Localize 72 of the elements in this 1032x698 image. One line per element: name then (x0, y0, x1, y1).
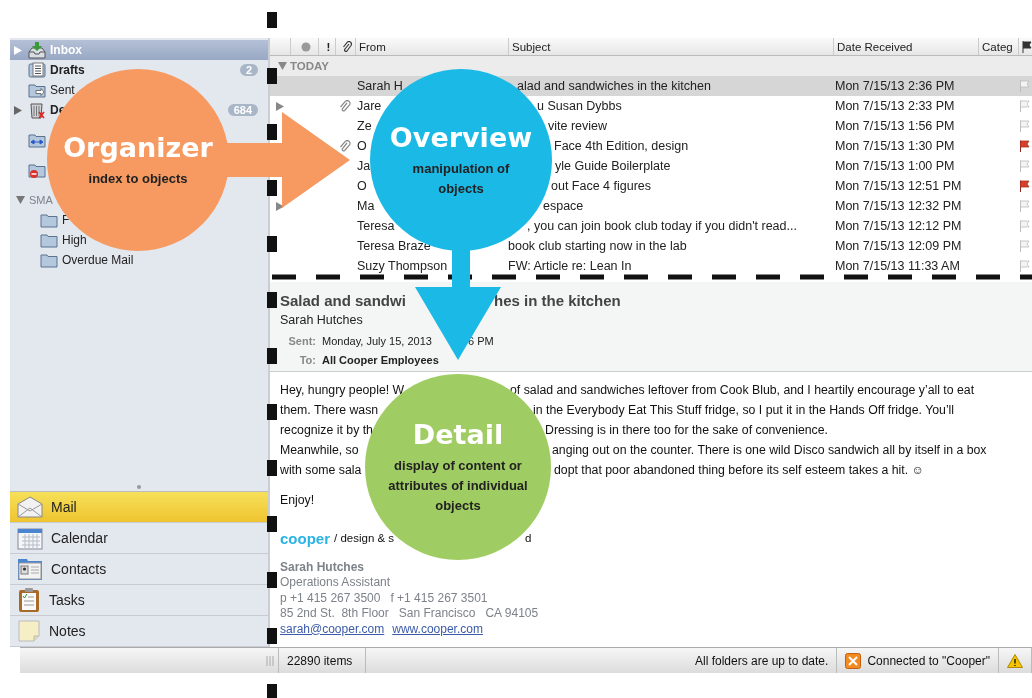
signature-title: Operations Assistant (280, 575, 391, 590)
subject-cell: yle Guide Boilerplate (555, 159, 671, 173)
folder-label: Inbox (50, 43, 82, 57)
message-subject: Salad and sandwi (280, 291, 406, 309)
unread-count: 684 (227, 104, 258, 116)
body-text: Dressing is in there too for the sake of convenience. (545, 423, 828, 437)
field-label: Sent: (287, 334, 316, 347)
callout-title: Organizer (63, 131, 213, 163)
date-cell: Mon 7/15/13 1:00 PM (835, 159, 955, 173)
sender-cell: O (357, 139, 367, 153)
body-text: Hey, hungry people! W (280, 383, 405, 397)
callout-title: Detail (412, 418, 504, 450)
date-cell: Mon 7/15/13 2:33 PM (835, 99, 955, 113)
group-label: TODAY (290, 60, 329, 72)
sender-cell: Ze (357, 119, 372, 133)
unread-count: 2 (239, 64, 258, 76)
message-subject: hes in the kitchen (494, 291, 621, 309)
body-text: anging out on the counter. There is one wild Disco sandwich all by itself in a box (552, 443, 987, 457)
section-label: SMA (29, 194, 53, 206)
sender-cell: Teresa Braze (357, 239, 431, 253)
folder-label: Drafts (50, 63, 85, 77)
signature-address: 85 2nd St. 8th Floor San Francisco CA 94105 (280, 606, 539, 621)
tagline: d (525, 532, 532, 544)
body-text: recognize it by th (280, 423, 373, 437)
date-cell: Mon 7/15/13 12:51 PM (835, 179, 962, 193)
sender-cell: Ja (357, 159, 371, 173)
body-text: dopt that poor abandoned thing before its self esteem takes a hit. ☺ (554, 463, 925, 477)
connection-status: Connected to "Cooper" (867, 653, 990, 668)
subject-cell: , you can join book club today if you didn't read... (527, 219, 797, 233)
subject-cell: u Susan Dybbs (537, 99, 622, 113)
recipient-name: All Cooper Employees (322, 353, 439, 366)
subject-cell: Face 4th Edition, design (554, 139, 689, 153)
sender-cell: Jare (357, 99, 382, 113)
body-text: Meanwhile, so (280, 443, 359, 457)
sender-cell: Ma (357, 199, 375, 213)
sender-cell: Teresa (357, 219, 395, 233)
signature-phone: p +1 415 267 3500 f +1 415 267 3501 (280, 590, 488, 605)
date-cell: Mon 7/15/13 12:32 PM (835, 199, 962, 213)
sent-date: Monday, July 15, 2013 (322, 334, 433, 347)
callout-subtitle: display of content or attributes of individual objects (387, 456, 529, 515)
subject-cell: vite review (548, 119, 608, 133)
date-cell: Mon 7/15/13 11:33 AM (835, 259, 960, 273)
sync-status: All folders are up to date. (694, 653, 829, 668)
sender-cell: O (357, 179, 367, 193)
subject-cell: book club starting now in the lab (508, 239, 687, 253)
sender-cell: Suzy Thompson (357, 259, 448, 273)
body-text: in the Everybody Eat This Stuff fridge, so I put it in the Hands Off fridge. You’ll (533, 403, 955, 417)
date-cell: Mon 7/15/13 1:56 PM (835, 119, 955, 133)
subject-cell: alad and sandwiches in the kitchen (517, 79, 711, 93)
body-text: them. There wasn (280, 403, 379, 417)
body-text: Enjoy! (280, 493, 315, 507)
folder-label: High (62, 233, 87, 247)
callout-title: Overview (389, 121, 533, 153)
date-cell: Mon 7/15/13 12:12 PM (835, 219, 962, 233)
callout-subtitle: manipulation of objects (411, 159, 511, 198)
company-logo: cooper (280, 529, 330, 547)
tagline: / design & s (334, 532, 395, 544)
date-cell: Mon 7/15/13 1:30 PM (835, 139, 955, 153)
subject-cell: espace (543, 199, 584, 213)
date-cell: Mon 7/15/13 12:09 PM (835, 239, 962, 253)
field-label: To: (298, 353, 316, 366)
subject-cell: out Face 4 figures (551, 179, 652, 193)
signature-name: Sarah Hutches (280, 560, 365, 574)
folder-label: Sent (50, 83, 75, 97)
folder-label: Overdue Mail (62, 253, 134, 267)
item-count: 22890 items (287, 653, 353, 668)
sender-cell: Sarah H (357, 79, 403, 93)
callout-subtitle: index to objects (87, 169, 189, 188)
subject-cell: FW: Article re: Lean In (508, 259, 632, 273)
body-text: with some sala (280, 463, 362, 477)
sender-name: Sarah Hutches (280, 313, 363, 327)
date-cell: Mon 7/15/13 2:36 PM (835, 79, 955, 93)
